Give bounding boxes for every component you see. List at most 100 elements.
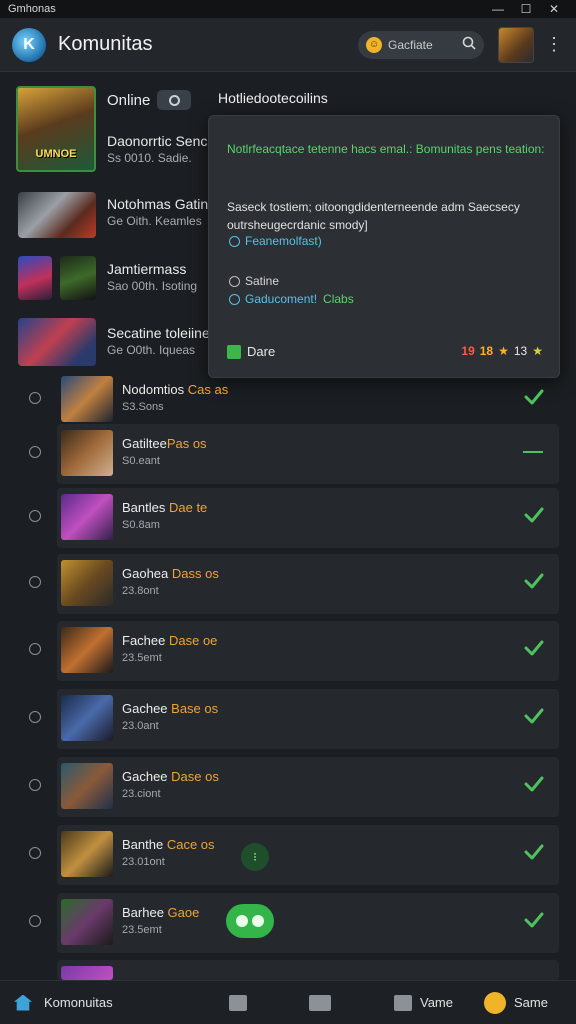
featured-title[interactable]: Secatine toleiine: [107, 325, 210, 341]
list-item[interactable]: GatilteePas os S0.eant: [57, 424, 559, 484]
page-title: Komunitas: [58, 33, 153, 55]
status-ring-icon: [168, 94, 180, 106]
row-select-radio[interactable]: [29, 711, 41, 723]
popup-footer-action[interactable]: Dare: [227, 344, 275, 359]
row-title: Bantles Dae te: [122, 500, 207, 515]
check-icon[interactable]: [523, 841, 545, 863]
row-tag: Cace os: [166, 837, 215, 852]
online-status-toggle[interactable]: [157, 90, 191, 110]
check-icon[interactable]: [523, 909, 545, 931]
row-time: 23.5emt: [122, 652, 162, 664]
chat-badge-icon[interactable]: ⁝: [241, 843, 269, 871]
nav-activity[interactable]: [229, 994, 309, 1011]
nav-community-label: Komonuitas: [44, 995, 113, 1010]
row-title: Gachee Dase os: [122, 769, 219, 784]
game-thumbnail: [61, 831, 113, 877]
row-title-text: Barhee: [122, 905, 168, 920]
list-item[interactable]: Gaohea Dass os 23.8ont: [57, 554, 559, 614]
game-thumbnail[interactable]: [18, 192, 96, 238]
check-icon[interactable]: [523, 705, 545, 727]
game-thumbnail: [61, 899, 113, 945]
game-thumbnail: [61, 966, 113, 980]
check-icon[interactable]: [523, 637, 545, 659]
star-icon: ★: [498, 344, 509, 358]
row-select-radio[interactable]: [29, 446, 41, 458]
minimize-button[interactable]: —: [484, 2, 512, 16]
popup-status-value: Clabs: [323, 292, 354, 306]
popup-setting[interactable]: Satine: [229, 274, 279, 288]
check-icon[interactable]: [523, 570, 545, 592]
game-thumbnail: [61, 494, 113, 540]
row-tag: Pas os: [166, 436, 207, 451]
more-menu-icon[interactable]: ⋮: [544, 34, 564, 55]
online-label: Online: [107, 92, 151, 109]
row-time: 23.01ont: [122, 856, 165, 868]
row-select-radio[interactable]: [29, 510, 41, 522]
search-icon[interactable]: [462, 36, 476, 53]
list-item[interactable]: Gachee Base os 23.0ant: [57, 689, 559, 749]
list-item[interactable]: Nodomtios Cas as S3.Sons: [57, 370, 559, 430]
game-thumbnail[interactable]: [18, 256, 52, 300]
list-item[interactable]: Barhee Gaoe 23.5emt: [57, 893, 559, 953]
rating-value-b: 18: [479, 344, 494, 358]
list-item[interactable]: Banthe Cace os 23.01ont: [57, 825, 559, 885]
row-title-text: Gachee: [122, 701, 172, 716]
row-select-radio[interactable]: [29, 915, 41, 927]
game-thumbnail[interactable]: [60, 256, 96, 300]
game-thumbnail[interactable]: [18, 318, 96, 366]
rating-value-c: 13: [513, 344, 528, 358]
avatar[interactable]: [498, 26, 534, 63]
window-titlebar: Gmhonas — ☐ ✕: [0, 0, 576, 18]
list-item[interactable]: Gachee Dase os 23.ciont: [57, 757, 559, 817]
close-button[interactable]: ✕: [540, 2, 568, 16]
row-select-radio[interactable]: [29, 392, 41, 404]
featured-subtitle: Sao 00th. Isoting: [107, 279, 198, 293]
row-title: Gaohea Dass os: [122, 566, 219, 581]
row-time: 23.5emt: [122, 924, 162, 936]
nav-community[interactable]: Komonuitas: [14, 994, 229, 1011]
notification-popup: Notlrfeacqtace tetenne hacs emal.: Bomun…: [208, 115, 560, 378]
nav-profile[interactable]: Same: [484, 991, 548, 1014]
nav-games[interactable]: Vame: [394, 994, 484, 1011]
row-select-radio[interactable]: [29, 847, 41, 859]
active-chat-badge-icon[interactable]: [226, 904, 274, 938]
list-item[interactable]: [57, 960, 559, 980]
pending-dash-icon[interactable]: [523, 451, 543, 453]
popup-status[interactable]: Gaducoment! Clabs: [229, 292, 354, 306]
row-select-radio[interactable]: [29, 779, 41, 791]
featured-title[interactable]: Notohmas Gatine: [107, 196, 216, 212]
row-select-radio[interactable]: [29, 576, 41, 588]
check-circle-icon: [229, 235, 240, 247]
list-item[interactable]: Bantles Dae te S0.8am: [57, 488, 559, 548]
nav-friends[interactable]: [309, 994, 394, 1011]
popup-link[interactable]: Feanemolfast): [229, 234, 322, 248]
row-tag: Dase oe: [168, 633, 218, 648]
game-thumbnail: [61, 695, 113, 741]
featured-subtitle: Ss 0010. Sadie.: [107, 151, 192, 165]
row-tag: Gaoe: [167, 905, 200, 920]
maximize-button[interactable]: ☐: [512, 2, 540, 16]
row-title-text: Nodomtios: [122, 382, 188, 397]
row-title: GatilteePas os: [122, 436, 207, 451]
check-icon[interactable]: [523, 773, 545, 795]
game-thumbnail: [61, 627, 113, 673]
check-icon[interactable]: [523, 386, 545, 408]
row-title: Fachee Dase oe: [122, 633, 217, 648]
featured-title[interactable]: Jamtiermass: [107, 261, 186, 277]
row-select-radio[interactable]: [29, 643, 41, 655]
row-title-text: Gaohea: [122, 566, 172, 581]
game-thumbnail: [61, 376, 113, 422]
featured-game-thumbnail[interactable]: UMNOE: [16, 86, 96, 172]
check-circle-icon: [229, 293, 240, 305]
row-time: S3.Sons: [122, 401, 164, 413]
search-box[interactable]: ☺ Gacfiate: [358, 30, 484, 59]
row-title: Nodomtios Cas as: [122, 382, 228, 397]
row-title: Barhee Gaoe: [122, 905, 199, 920]
row-tag: Cas as: [187, 382, 229, 397]
list-item[interactable]: Fachee Dase oe 23.5emt: [57, 621, 559, 681]
window-title: Gmhonas: [8, 3, 56, 15]
row-tag: Dase os: [171, 769, 219, 784]
bottom-navigation: Komonuitas Vame Same: [0, 980, 576, 1024]
check-icon[interactable]: [523, 504, 545, 526]
featured-title[interactable]: Daonorrtic Sencle: [107, 133, 218, 149]
